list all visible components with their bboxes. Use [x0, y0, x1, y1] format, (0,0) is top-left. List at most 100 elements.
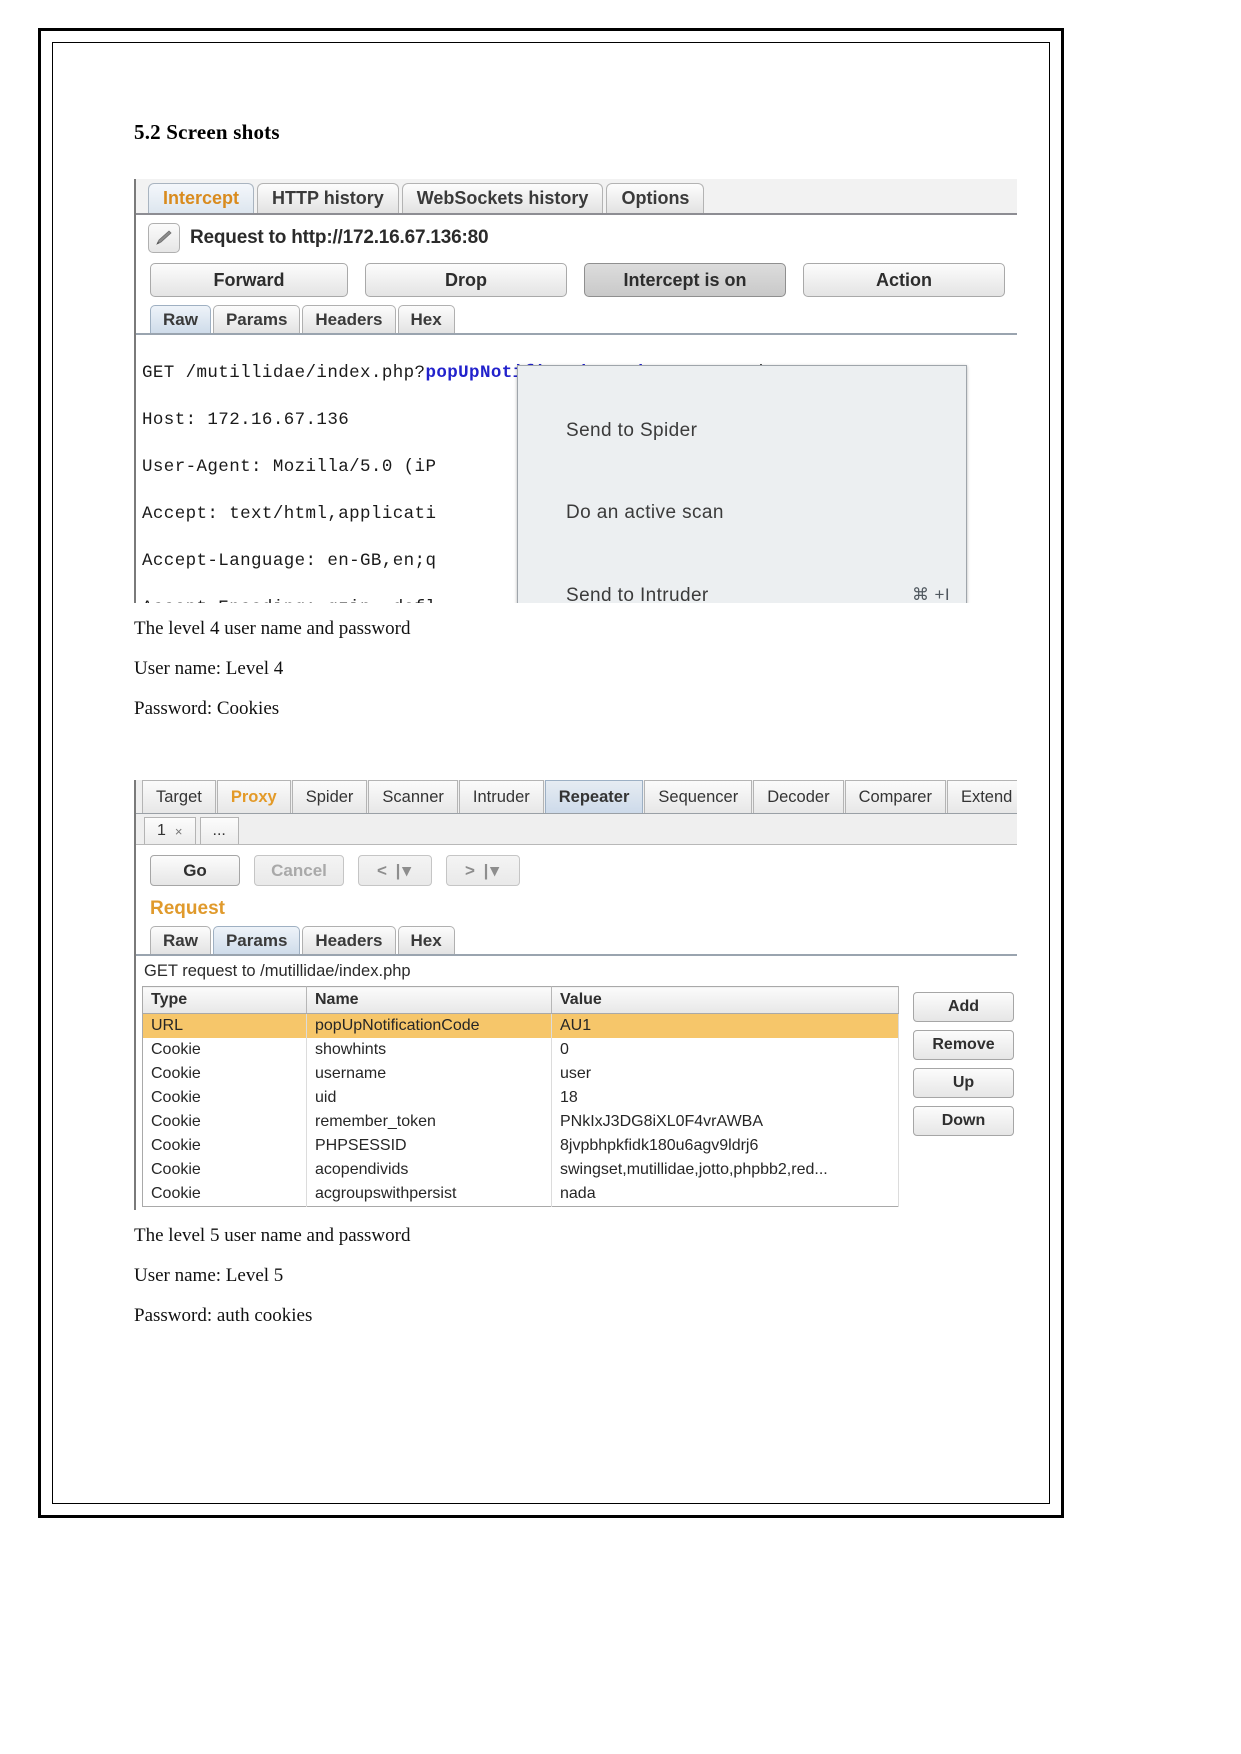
request-tab-new[interactable]: ...	[199, 817, 239, 845]
raw-line-text: User-Agent: Mozilla/5.0 (iP	[142, 457, 437, 478]
table-row[interactable]: Cookie showhints 0	[142, 1038, 899, 1063]
raw-request-body[interactable]: GET /mutillidae/index.php?popUpNotificat…	[136, 335, 1017, 603]
table-row[interactable]: Cookie uid 18	[142, 1086, 899, 1111]
cell-name: remember_token	[306, 1110, 552, 1135]
main-tab-repeater[interactable]: Repeater	[544, 780, 644, 814]
pencil-icon[interactable]	[148, 223, 180, 253]
repeater-action-buttons: Go Cancel < |▾ > |▾	[136, 845, 1017, 892]
repeater-view-tab-hex[interactable]: Hex	[397, 926, 455, 955]
remove-button[interactable]: Remove	[913, 1030, 1014, 1061]
close-icon[interactable]: ×	[175, 824, 183, 839]
cell-name: popUpNotificationCode	[306, 1013, 552, 1039]
table-row[interactable]: Cookie remember_token PNkIxJ3DG8iXL0F4vr…	[142, 1110, 899, 1135]
table-row[interactable]: Cookie acopendivids swingset,mutillidae,…	[142, 1158, 899, 1183]
tab-intercept[interactable]: Intercept	[148, 183, 255, 213]
cell-name: acgroupswithpersist	[306, 1182, 552, 1207]
params-area: Type Name Value URL popUpNotificationCod…	[136, 986, 1017, 1208]
request-target-text: Request to http://172.16.67.136:80	[190, 227, 489, 248]
main-tab-sequencer[interactable]: Sequencer	[644, 780, 753, 814]
caption-level5: The level 5 user name and password	[134, 1225, 411, 1247]
repeater-view-tab-headers[interactable]: Headers	[302, 926, 396, 955]
down-button[interactable]: Down	[913, 1106, 1014, 1137]
drop-button[interactable]: Drop	[365, 263, 567, 297]
tab-http-history[interactable]: HTTP history	[257, 183, 399, 213]
cell-type: URL	[142, 1013, 307, 1039]
proxy-view-tabs: Raw Params Headers Hex	[136, 303, 1017, 335]
view-tab-headers[interactable]: Headers	[302, 305, 396, 333]
go-button[interactable]: Go	[150, 855, 240, 887]
menu-item-send-to-intruder[interactable]: Send to Intruder ⌘ +I	[518, 578, 966, 603]
cell-value: user	[551, 1062, 899, 1087]
cell-value: PNkIxJ3DG8iXL0F4vrAWBA	[551, 1110, 899, 1135]
main-tab-scanner[interactable]: Scanner	[368, 780, 458, 814]
request-tab-1[interactable]: 1 ×	[144, 817, 196, 845]
cell-type: Cookie	[142, 1158, 307, 1183]
params-side-buttons: Add Remove Up Down	[913, 986, 1014, 1207]
request-tab-label: 1	[157, 822, 166, 840]
menu-item-label: Send to Spider	[566, 419, 698, 441]
main-tab-extender[interactable]: Extend	[946, 780, 1017, 814]
table-row[interactable]: Cookie username user	[142, 1062, 899, 1087]
burp-proxy-screenshot: Intercept HTTP history WebSockets histor…	[134, 179, 1017, 603]
raw-line-text: Accept-Language: en-GB,en;q	[142, 550, 437, 571]
cell-name: acopendivids	[306, 1158, 552, 1183]
cell-value: swingset,mutillidae,jotto,phpbb2,red...	[551, 1158, 899, 1183]
document-page: 5.2 Screen shots Intercept HTTP history …	[0, 0, 1241, 1754]
cell-value: 18	[551, 1086, 899, 1111]
view-tab-raw[interactable]: Raw	[150, 305, 211, 333]
menu-item-do-an-active-scan[interactable]: Do an active scan	[518, 495, 966, 530]
cell-value: nada	[551, 1182, 899, 1207]
burp-repeater-screenshot: Target Proxy Spider Scanner Intruder Rep…	[134, 780, 1017, 1211]
column-header-name[interactable]: Name	[306, 986, 552, 1015]
cell-type: Cookie	[142, 1134, 307, 1159]
column-header-type[interactable]: Type	[142, 986, 307, 1015]
caption-level4: The level 4 user name and password	[134, 618, 411, 639]
intercept-toggle-button[interactable]: Intercept is on	[584, 263, 786, 297]
column-header-value[interactable]: Value	[551, 986, 899, 1015]
main-tab-decoder[interactable]: Decoder	[753, 780, 844, 814]
caption-level5-password: Password: auth cookies	[134, 1304, 313, 1326]
menu-item-shortcut: ⌘ +I	[912, 584, 950, 603]
get-request-line: GET request to /mutillidae/index.php	[144, 962, 411, 981]
main-tab-target[interactable]: Target	[142, 780, 216, 814]
main-tab-comparer[interactable]: Comparer	[844, 780, 946, 814]
tab-options[interactable]: Options	[606, 183, 705, 213]
menu-item-label: Send to Intruder	[566, 584, 709, 603]
cell-type: Cookie	[142, 1038, 307, 1063]
view-tab-hex[interactable]: Hex	[397, 305, 455, 333]
main-tab-proxy[interactable]: Proxy	[216, 780, 291, 814]
table-row[interactable]: Cookie PHPSESSID 8jvpbhpkfidk180u6agv9ld…	[142, 1134, 899, 1159]
cell-name: PHPSESSID	[306, 1134, 552, 1159]
main-tab-intruder[interactable]: Intruder	[458, 780, 544, 814]
tab-websockets-history[interactable]: WebSockets history	[401, 183, 604, 213]
main-tab-spider[interactable]: Spider	[291, 780, 368, 814]
forward-button[interactable]: Forward	[150, 263, 348, 297]
cell-value: AU1	[551, 1013, 899, 1039]
cell-name: username	[306, 1062, 552, 1087]
repeater-view-tab-params[interactable]: Params	[212, 926, 301, 955]
forward-button[interactable]: > |▾	[446, 855, 520, 887]
raw-line-text: GET /mutillidae/index.php?	[142, 363, 426, 384]
page-content: 5.2 Screen shots Intercept HTTP history …	[134, 120, 1018, 1344]
action-button[interactable]: Action	[803, 263, 1005, 297]
table-row[interactable]: Cookie acgroupswithpersist nada	[142, 1182, 899, 1207]
cancel-button: Cancel	[254, 855, 344, 887]
context-menu[interactable]: Send to Spider Do an active scan Send to…	[517, 365, 967, 603]
request-target-row: Request to http://172.16.67.136:80	[136, 215, 1017, 257]
menu-item-send-to-spider[interactable]: Send to Spider	[518, 413, 966, 448]
add-button[interactable]: Add	[913, 992, 1014, 1023]
cell-type: Cookie	[142, 1062, 307, 1087]
repeater-main-tab-strip: Target Proxy Spider Scanner Intruder Rep…	[136, 780, 1017, 815]
repeater-view-tab-raw[interactable]: Raw	[150, 926, 211, 955]
proxy-action-buttons: Forward Drop Intercept is on Action	[136, 257, 1017, 303]
view-tab-params[interactable]: Params	[212, 305, 301, 333]
repeater-view-tabs: Raw Params Headers Hex	[136, 924, 1017, 957]
caption-level4-password: Password: Cookies	[134, 697, 280, 719]
menu-item-label: Do an active scan	[566, 502, 724, 524]
request-section-label: Request	[150, 898, 225, 920]
table-row[interactable]: URL popUpNotificationCode AU1	[142, 1013, 899, 1039]
cell-value: 8jvpbhpkfidk180u6agv9ldrj6	[551, 1134, 899, 1159]
back-button[interactable]: < |▾	[358, 855, 432, 887]
cell-value: 0	[551, 1038, 899, 1063]
up-button[interactable]: Up	[913, 1068, 1014, 1099]
